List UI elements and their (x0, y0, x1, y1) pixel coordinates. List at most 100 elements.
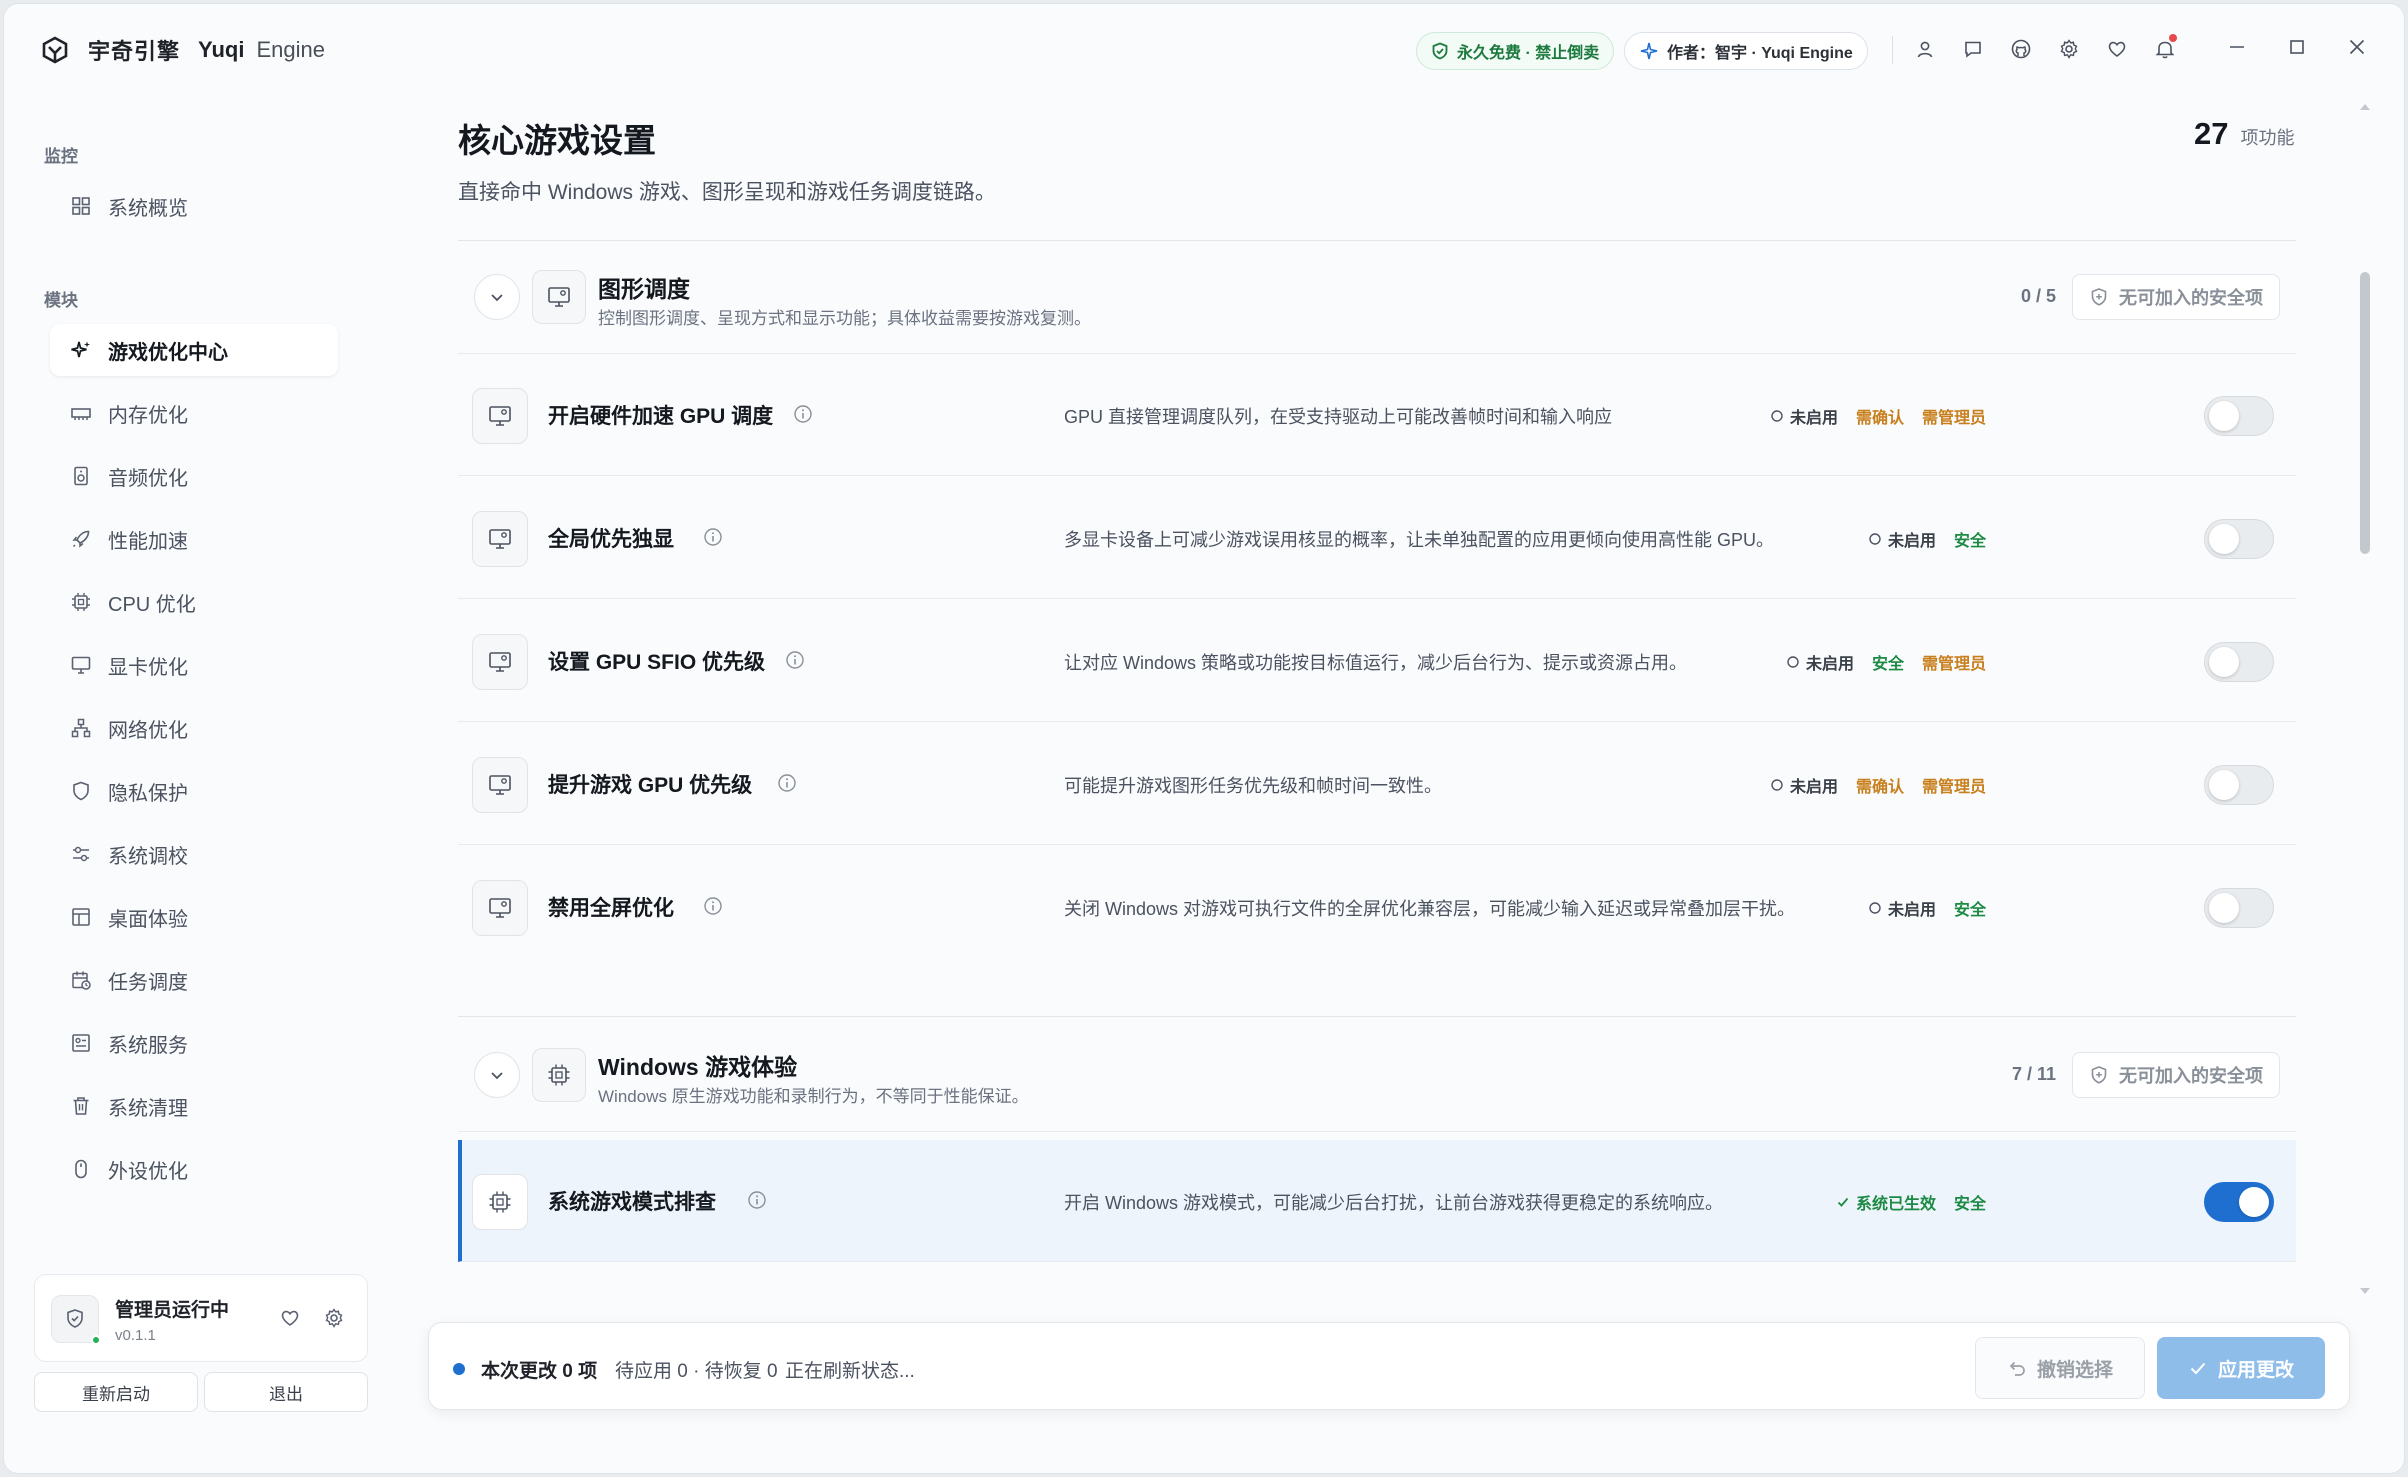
status-label: 未启用 (1805, 656, 1854, 673)
setting-toggle[interactable] (2204, 519, 2274, 559)
sidebar-item-overview[interactable]: 系统概览 (50, 180, 338, 232)
collapse-button[interactable] (474, 1052, 520, 1098)
info-icon[interactable] (702, 895, 724, 917)
confirm-tag: 需确认 (1855, 779, 1904, 796)
add-safe-items-button[interactable]: 无可加入的安全项 (2072, 274, 2280, 320)
sidebar-item-desktop[interactable]: 桌面体验 (50, 891, 338, 943)
setting-title: 设置 GPU SFIO 优先级 (548, 651, 766, 674)
sidebar-item-cleanup[interactable]: 系统清理 (50, 1080, 338, 1132)
scroll-up-icon[interactable] (2359, 102, 2371, 112)
sidebar-item-cpu[interactable]: CPU 优化 (50, 576, 338, 628)
sidebar-item-services[interactable]: 系统服务 (50, 1017, 338, 1069)
sidebar-item-peripherals[interactable]: 外设优化 (50, 1143, 338, 1195)
setting-row: 开启硬件加速 GPU 调度 GPU 直接管理调度队列，在受支持驱动上可能改善帧时… (458, 354, 2296, 476)
info-icon[interactable] (792, 403, 814, 425)
admin-title: 管理员运行中 (115, 1300, 230, 1321)
sidebar-item-privacy[interactable]: 隐私保护 (50, 765, 338, 817)
sidebar-item-label: 外设优化 (108, 1160, 188, 1183)
minimize-icon[interactable] (2224, 34, 2250, 60)
admin-tag: 需管理员 (1921, 410, 1986, 427)
monitor-icon (71, 656, 91, 674)
sparkle-icon (1640, 42, 1658, 60)
scrollbar-thumb[interactable] (2360, 272, 2370, 554)
sidebar-item-label: 隐私保护 (108, 782, 188, 805)
circle-icon (1787, 656, 1799, 668)
info-icon[interactable] (776, 772, 798, 794)
heart-icon[interactable] (279, 1307, 301, 1329)
setting-description: 关闭 Windows 对游戏可执行文件的全屏优化兼容层，可能减少输入延迟或异常叠… (1064, 899, 1796, 919)
sidebar: 监控 系统概览 模块 游戏优化中心 内存优化 音频优化 性能加速 CPU 优化 (4, 94, 394, 1473)
sidebar-item-label: 系统调校 (108, 845, 188, 868)
free-badge: 永久免费 · 禁止倒卖 (1416, 32, 1615, 70)
bell-icon[interactable] (2152, 34, 2178, 62)
sidebar-item-performance[interactable]: 性能加速 (50, 513, 338, 565)
sidebar-item-label: 系统清理 (108, 1097, 188, 1120)
sidebar-item-gpu[interactable]: 显卡优化 (50, 639, 338, 691)
setting-row: 全局优先独显 多显卡设备上可减少游戏误用核显的概率，让未单独配置的应用更倾向使用… (458, 477, 2296, 599)
shield-check-icon (67, 1309, 83, 1328)
setting-tags: 未启用 需确认 需管理员 (1770, 404, 1986, 428)
shield-plus-icon (2091, 1066, 2107, 1084)
author-badge[interactable]: 作者：智宇 · Yuqi Engine (1624, 32, 1868, 70)
setting-toggle[interactable] (2204, 1182, 2274, 1222)
brand: 宇奇引擎 Yuqi Engine (40, 34, 325, 66)
info-icon[interactable] (702, 526, 724, 548)
heart-icon[interactable] (2104, 36, 2130, 62)
setting-toggle[interactable] (2204, 396, 2274, 436)
scroll-down-icon[interactable] (2359, 1286, 2371, 1296)
setting-icon (472, 1174, 528, 1230)
brand-name-engine: Engine (256, 37, 325, 62)
changes-bar: 本次更改 0 项 待应用 0 · 待恢复 0 正在刷新状态... 撤销选择 应用… (428, 1322, 2350, 1410)
status-label: 未启用 (1789, 410, 1838, 427)
chat-icon[interactable] (1960, 36, 1986, 62)
setting-toggle[interactable] (2204, 888, 2274, 928)
chevron-down-icon (491, 1072, 503, 1080)
status-dot (453, 1363, 465, 1375)
refresh-status: 正在刷新状态... (785, 1361, 915, 1382)
status-label: 未启用 (1789, 779, 1838, 796)
brand-name-cn: 宇奇引擎 (88, 39, 181, 64)
setting-toggle[interactable] (2204, 642, 2274, 682)
section-windows-gaming-header: Windows 游戏体验 Windows 原生游戏功能和录制行为，不等同于性能保… (458, 1018, 2296, 1132)
circle-icon (1869, 533, 1881, 545)
section-count: 0 / 5 (2020, 286, 2056, 306)
sidebar-item-scheduler[interactable]: 任务调度 (50, 954, 338, 1006)
restart-button[interactable]: 重新启动 (34, 1372, 198, 1412)
sidebar-item-audio[interactable]: 音频优化 (50, 450, 338, 502)
github-icon[interactable] (2008, 36, 2034, 62)
user-icon[interactable] (1912, 36, 1938, 62)
info-icon[interactable] (784, 649, 806, 671)
apply-label: 应用更改 (2217, 1359, 2294, 1381)
collapse-button[interactable] (474, 274, 520, 320)
mouse-icon (75, 1159, 87, 1179)
close-icon[interactable] (2344, 34, 2370, 60)
status-badge: 未启用 (1868, 527, 1936, 551)
setting-description: 多显卡设备上可减少游戏误用核显的概率，让未单独配置的应用更倾向使用高性能 GPU… (1064, 530, 1775, 550)
circle-icon (1869, 902, 1881, 914)
section-title: Windows 游戏体验 (598, 1054, 798, 1080)
notification-dot (2169, 34, 2177, 42)
apply-changes-button[interactable]: 应用更改 (2157, 1337, 2325, 1399)
sidebar-group-modules: 模块 (44, 291, 78, 310)
free-badge-label: 永久免费 · 禁止倒卖 (1457, 45, 1600, 62)
sidebar-item-network[interactable]: 网络优化 (50, 702, 338, 754)
maximize-icon[interactable] (2284, 34, 2310, 60)
setting-toggle[interactable] (2204, 765, 2274, 805)
sidebar-item-tuning[interactable]: 系统调校 (50, 828, 338, 880)
sidebar-item-label: CPU 优化 (108, 593, 196, 616)
setting-tags: 未启用 安全 (1868, 896, 1986, 920)
shield-icon (73, 781, 89, 801)
status-badge: 未启用 (1770, 773, 1838, 797)
sidebar-item-game-center[interactable]: 游戏优化中心 (50, 324, 338, 376)
add-safe-items-button[interactable]: 无可加入的安全项 (2072, 1052, 2280, 1098)
gear-icon[interactable] (2056, 36, 2082, 62)
gear-icon[interactable] (323, 1307, 345, 1329)
grid-icon (72, 197, 90, 215)
info-icon[interactable] (746, 1189, 768, 1211)
title-bar: 宇奇引擎 Yuqi Engine 永久免费 · 禁止倒卖 作者：智宇 · Yuq… (4, 4, 2404, 94)
safe-tag: 安全 (1953, 533, 1986, 550)
sidebar-item-memory[interactable]: 内存优化 (50, 387, 338, 439)
status-label: 系统已生效 (1855, 1196, 1936, 1213)
undo-selection-button[interactable]: 撤销选择 (1975, 1337, 2145, 1399)
exit-button[interactable]: 退出 (204, 1372, 368, 1412)
